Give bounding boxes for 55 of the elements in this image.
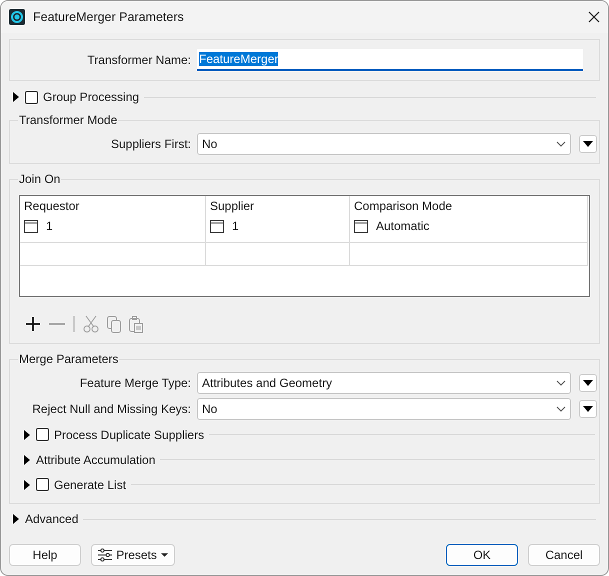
chevron-down-icon	[556, 141, 566, 147]
expand-arrow-icon[interactable]	[23, 454, 31, 464]
dropdown[interactable]: Attributes and Geometry	[197, 372, 571, 394]
checkbox[interactable]	[36, 478, 49, 491]
dialog-button[interactable]: Help	[9, 544, 81, 566]
dialog-button[interactable]: Cancel	[528, 544, 600, 566]
cell-value: 1	[232, 219, 239, 233]
menu-arrow-button[interactable]	[579, 135, 597, 153]
add-icon[interactable]	[25, 316, 41, 332]
table-icon	[210, 220, 224, 232]
caret-icon	[160, 553, 168, 557]
section-label: Generate List	[54, 478, 126, 492]
table-cell[interactable]: Comparison Mode Automatic	[350, 196, 588, 242]
group-title: Merge Parameters	[18, 352, 120, 366]
app-logo-icon	[9, 9, 25, 25]
close-icon[interactable]	[588, 11, 600, 23]
triangle-down-icon	[583, 406, 593, 412]
column-header: Supplier	[210, 199, 256, 213]
sliders-icon	[98, 548, 112, 562]
expand-arrow-icon[interactable]	[23, 480, 31, 490]
chevron-down-icon	[556, 406, 566, 412]
chevron-down-icon	[556, 380, 566, 386]
section-label: Group Processing	[43, 90, 140, 104]
checkbox[interactable]	[36, 428, 49, 441]
menu-arrow-button[interactable]	[579, 400, 597, 418]
window-title: FeatureMerger Parameters	[33, 10, 185, 24]
table-icon	[24, 220, 38, 232]
dropdown[interactable]: No	[197, 398, 571, 420]
name-input-field[interactable]: FeatureMerger	[197, 49, 583, 71]
checkbox[interactable]	[25, 90, 38, 104]
presets-button[interactable]: Presets	[91, 544, 175, 566]
field-label: Transformer Name:	[86, 53, 192, 67]
table-cell[interactable]: Requestor 1	[20, 196, 206, 242]
column-header: Comparison Mode	[354, 199, 454, 213]
expand-arrow-icon[interactable]	[12, 92, 20, 102]
expand-arrow-icon[interactable]	[23, 430, 31, 440]
group-title: Transformer Mode	[18, 113, 118, 127]
field-label: Reject Null and Missing Keys:	[31, 402, 192, 416]
cell-value: Automatic	[376, 219, 430, 233]
menu-arrow-button[interactable]	[579, 374, 597, 392]
group-title: Join On	[18, 172, 62, 186]
section-label: Advanced	[25, 512, 78, 526]
column-header: Requestor	[24, 199, 80, 213]
section-label: Process Duplicate Suppliers	[54, 428, 204, 442]
section-label: Attribute Accumulation	[36, 452, 156, 466]
expand-arrow-icon[interactable]	[12, 514, 20, 524]
cell-value: 1	[46, 219, 53, 233]
table-icon	[354, 220, 368, 232]
ok-button[interactable]: OK	[446, 544, 518, 566]
triangle-down-icon	[583, 141, 593, 147]
table-cell[interactable]: Supplier 1	[206, 196, 350, 242]
field-label: Suppliers First:	[110, 137, 192, 151]
triangle-down-icon	[583, 380, 593, 386]
field-label: Feature Merge Type:	[78, 376, 192, 390]
dropdown[interactable]: No	[197, 133, 571, 155]
